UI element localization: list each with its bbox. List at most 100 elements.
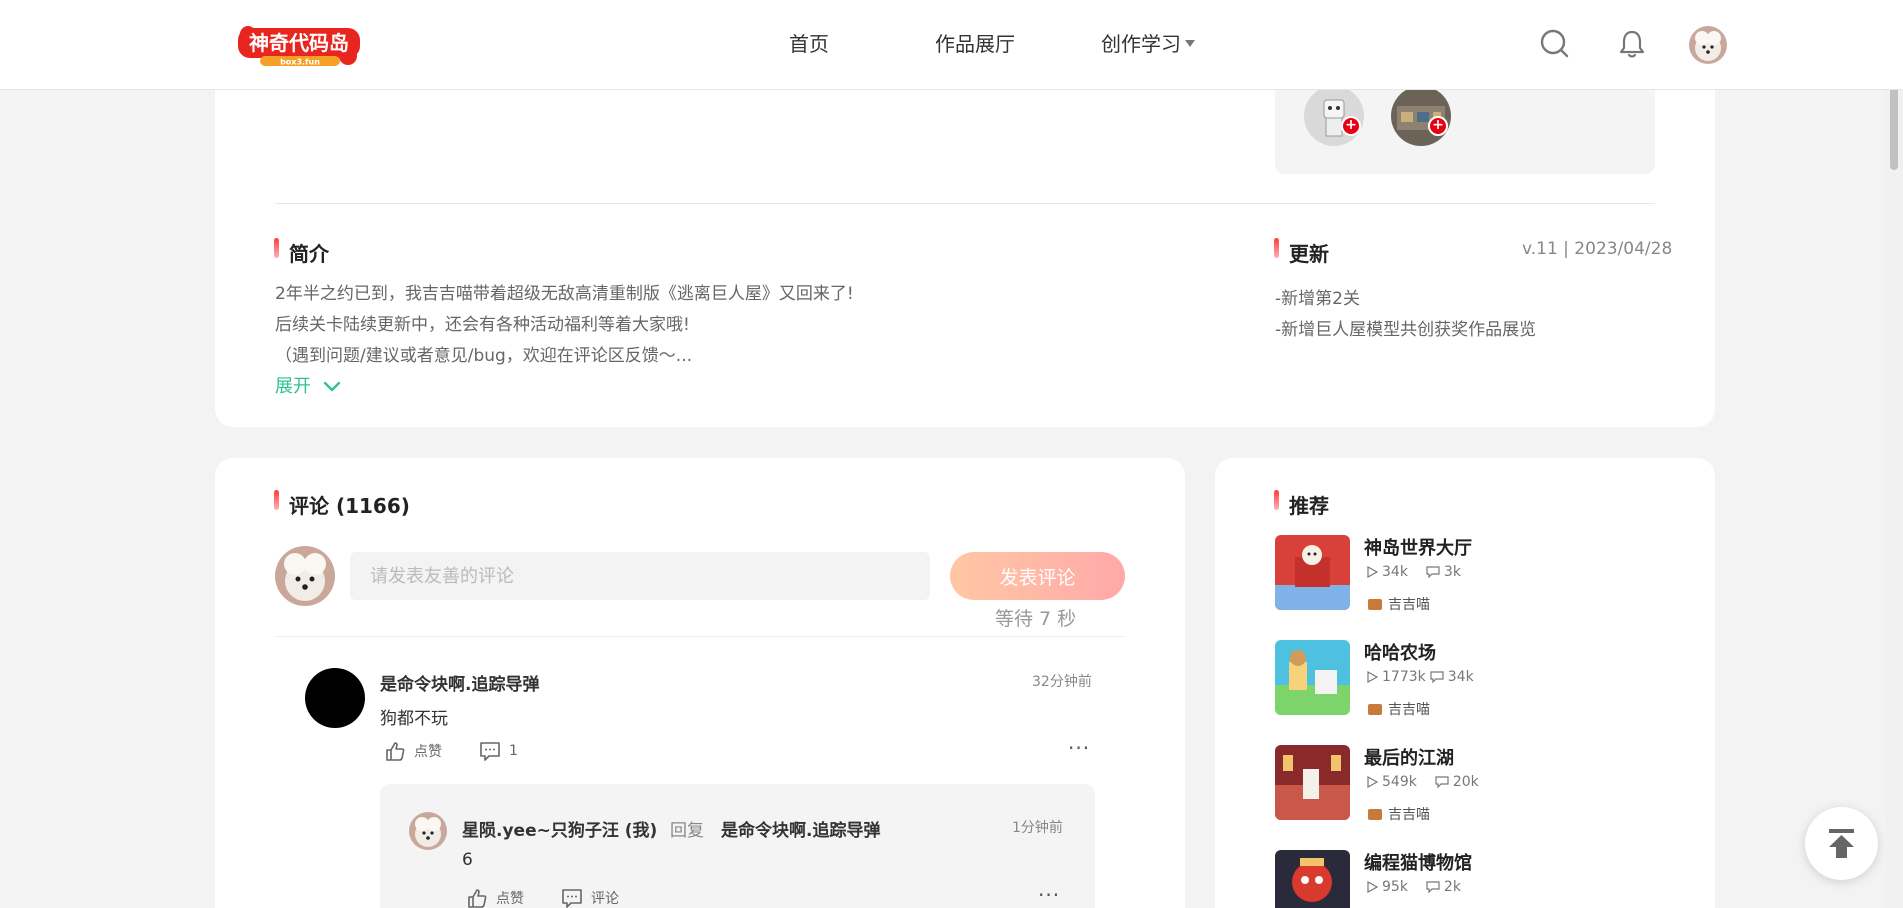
comment-label: 评论 (591, 891, 619, 907)
intro-line: （遇到问题/建议或者意见/bug，欢迎在评论区反馈～... (275, 346, 693, 366)
recommend-item-title[interactable]: 编程猫博物馆 (1364, 849, 1472, 875)
play-icon (1367, 671, 1378, 683)
recommend-stats: 95k 2k (1366, 879, 1461, 895)
comment-icon (1426, 566, 1440, 578)
play-count: 549k (1382, 774, 1417, 790)
more-options-icon[interactable]: ··· (1068, 736, 1090, 760)
chevron-down-icon (323, 381, 340, 392)
like-label: 点赞 (414, 744, 442, 760)
reply-text: 6 (462, 850, 473, 870)
recommend-author[interactable]: 吉吉喵 (1368, 699, 1430, 719)
more-options-icon[interactable]: ··· (1038, 883, 1060, 907)
like-button[interactable]: 点赞 (384, 740, 442, 762)
recommend-thumbnail[interactable] (1275, 850, 1350, 908)
author-icon (1368, 808, 1382, 820)
nav-home[interactable]: 首页 (789, 28, 829, 57)
reply-time: 1分钟前 (1012, 820, 1063, 836)
svg-text:box3.fun: box3.fun (280, 58, 320, 67)
play-count: 95k (1382, 879, 1408, 895)
update-line: -新增巨人屋模型共创获奖作品展览 (1275, 320, 1537, 340)
play-icon (1367, 776, 1378, 788)
play-count: 34k (1382, 564, 1408, 580)
update-version: v.11 | 2023/04/28 (1522, 239, 1673, 259)
comment-text: 狗都不玩 (380, 709, 448, 729)
reply-like-button[interactable]: 点赞 (466, 887, 524, 908)
section-marker (274, 490, 279, 510)
expand-link[interactable]: 展开 (275, 372, 341, 398)
recommend-stats: 34k 3k (1366, 564, 1461, 580)
play-icon (1367, 566, 1378, 578)
post-comment-button[interactable]: 发表评论 (950, 552, 1125, 600)
search-icon[interactable] (1539, 28, 1571, 60)
author-icon (1368, 598, 1382, 610)
reply-comment-button[interactable]: 评论 (561, 887, 619, 908)
recommend-thumbnail[interactable] (1275, 535, 1350, 610)
follow-plus-icon[interactable]: + (1428, 116, 1448, 136)
commenter-avatar[interactable] (305, 668, 365, 728)
section-marker (274, 238, 279, 258)
comment-count: 34k (1447, 669, 1474, 685)
author-icon (1368, 703, 1382, 715)
comment-input[interactable] (350, 552, 930, 600)
comments-title: 评论 (1166) (289, 494, 410, 518)
recommend-title: 推荐 (1289, 494, 1329, 518)
section-divider (275, 203, 1655, 204)
thumbs-up-icon (386, 742, 405, 761)
recommend-thumbnail[interactable] (1275, 745, 1350, 820)
thumbs-up-icon (468, 889, 487, 908)
reply-target[interactable]: 是命令块啊.追踪导弹 (721, 816, 880, 841)
intro-line: 2年半之约已到，我吉吉喵带着超级无敌高清重制版《逃离巨人屋》又回来了! (275, 284, 854, 304)
user-avatar[interactable] (1689, 26, 1727, 64)
play-count: 1773k (1382, 669, 1426, 685)
author-name: 吉吉喵 (1388, 807, 1430, 823)
back-to-top-button[interactable] (1805, 807, 1878, 880)
play-icon (1367, 881, 1378, 893)
comments-divider (275, 636, 1125, 637)
comment-icon (1435, 776, 1449, 788)
comment-username[interactable]: 是命令块啊.追踪导弹 (380, 670, 539, 695)
comment-icon (562, 889, 582, 908)
comment-icon (480, 742, 500, 761)
nav-learn-label: 创作学习 (1101, 32, 1181, 56)
svg-text:神奇代码岛: 神奇代码岛 (249, 31, 349, 55)
comment-count: 3k (1443, 564, 1461, 580)
update-title: 更新 (1289, 242, 1329, 266)
comment-icon (1430, 671, 1444, 683)
reply-word: 回复 (670, 821, 704, 841)
intro-line: 后续关卡陆续更新中，还会有各种活动福利等着大家哦! (275, 315, 690, 335)
recommend-item-title[interactable]: 神岛世界大厅 (1364, 534, 1472, 560)
reply-username[interactable]: 星陨.yee~只狗子汪 (我) (462, 816, 657, 841)
recommend-stats: 549k 20k (1366, 774, 1479, 790)
section-marker (1274, 490, 1279, 510)
comment-count: 2k (1443, 879, 1461, 895)
bell-icon[interactable] (1616, 28, 1648, 60)
comment-icon (1426, 881, 1440, 893)
recommend-item-title[interactable]: 哈哈农场 (1364, 639, 1436, 665)
update-line: -新增第2关 (1275, 289, 1360, 309)
back-to-top-icon (1829, 829, 1854, 858)
like-label: 点赞 (496, 891, 524, 907)
page-scrollbar[interactable] (1886, 0, 1903, 908)
recommend-stats: 1773k 34k (1366, 669, 1474, 685)
comment-time: 32分钟前 (1032, 674, 1092, 690)
expand-label: 展开 (275, 376, 311, 397)
nav-gallery[interactable]: 作品展厅 (935, 28, 1015, 57)
follow-plus-icon[interactable]: + (1341, 116, 1361, 136)
my-avatar (275, 546, 335, 606)
reply-count-button[interactable]: 1 (479, 740, 518, 762)
reply-avatar[interactable] (409, 812, 447, 850)
site-logo[interactable]: 神奇代码岛 box3.fun (238, 26, 360, 66)
author-name: 吉吉喵 (1388, 597, 1430, 613)
intro-title: 简介 (289, 242, 329, 266)
recommend-author[interactable]: 吉吉喵 (1368, 594, 1430, 614)
caret-down-icon (1185, 40, 1195, 47)
author-name: 吉吉喵 (1388, 702, 1430, 718)
section-marker (1274, 238, 1279, 258)
recommend-item-title[interactable]: 最后的江湖 (1364, 744, 1454, 770)
comment-count: 20k (1452, 774, 1479, 790)
wait-countdown: 等待 7 秒 (995, 608, 1077, 630)
nav-learn[interactable]: 创作学习 (1101, 28, 1195, 57)
reply-count: 1 (509, 743, 518, 759)
recommend-author[interactable]: 吉吉喵 (1368, 804, 1430, 824)
recommend-thumbnail[interactable] (1275, 640, 1350, 715)
